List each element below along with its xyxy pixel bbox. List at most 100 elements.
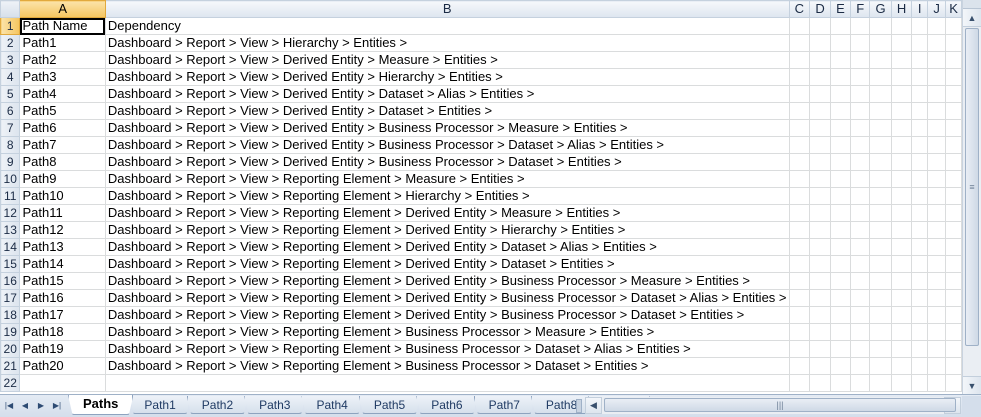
cell-path-name[interactable]: Path4 [19,85,106,103]
cell[interactable] [830,68,851,86]
cell[interactable] [911,170,929,188]
vertical-scrollbar[interactable]: ▲ ≡ ▼ [962,0,981,394]
cell[interactable] [869,17,892,35]
cell[interactable] [945,238,962,256]
cell[interactable] [809,204,831,222]
column-header-f[interactable]: F [849,0,871,18]
cell[interactable] [809,102,831,120]
cell[interactable] [789,204,811,222]
cell[interactable] [850,68,871,86]
cell[interactable] [789,238,811,256]
cell[interactable] [809,340,831,358]
row-header[interactable]: 1 [0,17,21,35]
cell[interactable] [891,221,913,239]
cell[interactable] [945,255,962,273]
cell[interactable] [911,340,929,358]
cell[interactable] [809,374,831,392]
cell[interactable] [850,85,871,103]
cell-dependency[interactable]: Dashboard > Report > View > Reporting El… [105,289,790,307]
cell[interactable] [809,68,831,86]
cell[interactable] [830,306,851,324]
cell[interactable] [830,238,851,256]
cell-dependency[interactable]: Dashboard > Report > View > Reporting El… [105,272,790,290]
cell-dependency[interactable]: Dashboard > Report > View > Derived Enti… [105,102,790,120]
cell-dependency[interactable]: Dashboard > Report > View > Reporting El… [105,187,790,205]
cell[interactable] [789,272,811,290]
cell[interactable] [891,238,913,256]
row-header[interactable]: 16 [0,272,21,290]
row-header[interactable]: 13 [0,221,21,239]
cell-dependency[interactable]: Dashboard > Report > View > Reporting El… [105,170,790,188]
tab-path3[interactable]: Path3 [244,396,306,414]
cell-path-name[interactable] [19,374,106,392]
cell[interactable] [789,289,811,307]
cell[interactable] [945,272,962,290]
next-sheet-icon[interactable]: ▶ [34,398,48,412]
cell[interactable] [789,153,811,171]
cell[interactable] [911,238,929,256]
cell[interactable] [789,340,811,358]
cell[interactable] [927,102,947,120]
cell[interactable] [911,34,929,52]
row-header[interactable]: 7 [0,119,21,137]
cell[interactable] [830,51,851,69]
column-header-a[interactable]: A [19,0,106,18]
cell[interactable] [927,255,947,273]
row-header[interactable]: 18 [0,306,21,324]
cell[interactable] [927,238,947,256]
cell[interactable] [911,119,929,137]
cell[interactable] [789,323,811,341]
cell-dependency[interactable]: Dashboard > Report > View > Reporting El… [105,340,790,358]
column-header-j[interactable]: J [927,0,947,18]
cell[interactable] [809,272,831,290]
cell[interactable] [891,153,913,171]
column-header-g[interactable]: G [869,0,892,18]
cell[interactable] [830,153,851,171]
cell[interactable] [830,17,851,35]
cell[interactable] [789,255,811,273]
cell-path-name[interactable]: Path6 [19,119,106,137]
cell[interactable] [850,136,871,154]
cell[interactable] [830,34,851,52]
scroll-up-icon[interactable]: ▲ [963,9,981,27]
cell[interactable] [927,136,947,154]
cell[interactable] [869,153,892,171]
cell[interactable] [945,357,962,375]
cell[interactable] [927,51,947,69]
cell[interactable] [927,170,947,188]
cell[interactable] [830,102,851,120]
cell[interactable] [850,306,871,324]
row-header[interactable]: 21 [0,357,21,375]
cell[interactable] [789,68,811,86]
cell[interactable] [830,289,851,307]
cell[interactable] [809,119,831,137]
cell-dependency[interactable]: Dashboard > Report > View > Reporting El… [105,306,790,324]
column-header-b[interactable]: B [104,0,790,18]
cell[interactable] [869,102,892,120]
cell-path-name[interactable]: Path12 [19,221,106,239]
tab-path8[interactable]: Path8 [530,396,593,414]
cell-path-name[interactable]: Path17 [19,306,106,324]
cell[interactable] [945,221,962,239]
cell[interactable] [789,306,811,324]
cell[interactable] [911,357,929,375]
cell[interactable] [850,289,871,307]
cell[interactable] [850,238,871,256]
cell-path-name[interactable]: Path14 [19,255,106,273]
cell[interactable] [789,85,811,103]
cell[interactable] [911,272,929,290]
cell-dependency[interactable]: Dashboard > Report > View > Hierarchy > … [105,34,790,52]
cell[interactable] [850,17,871,35]
cell[interactable] [850,323,871,341]
cell[interactable] [911,255,929,273]
row-header[interactable]: 5 [0,85,21,103]
cell[interactable] [850,272,871,290]
cell[interactable] [927,289,947,307]
cell[interactable] [911,136,929,154]
cell[interactable] [911,289,929,307]
cell[interactable] [891,272,913,290]
cell[interactable] [789,34,811,52]
cell-path-name[interactable]: Path15 [19,272,106,290]
cell[interactable] [830,323,851,341]
row-header[interactable]: 19 [0,323,21,341]
